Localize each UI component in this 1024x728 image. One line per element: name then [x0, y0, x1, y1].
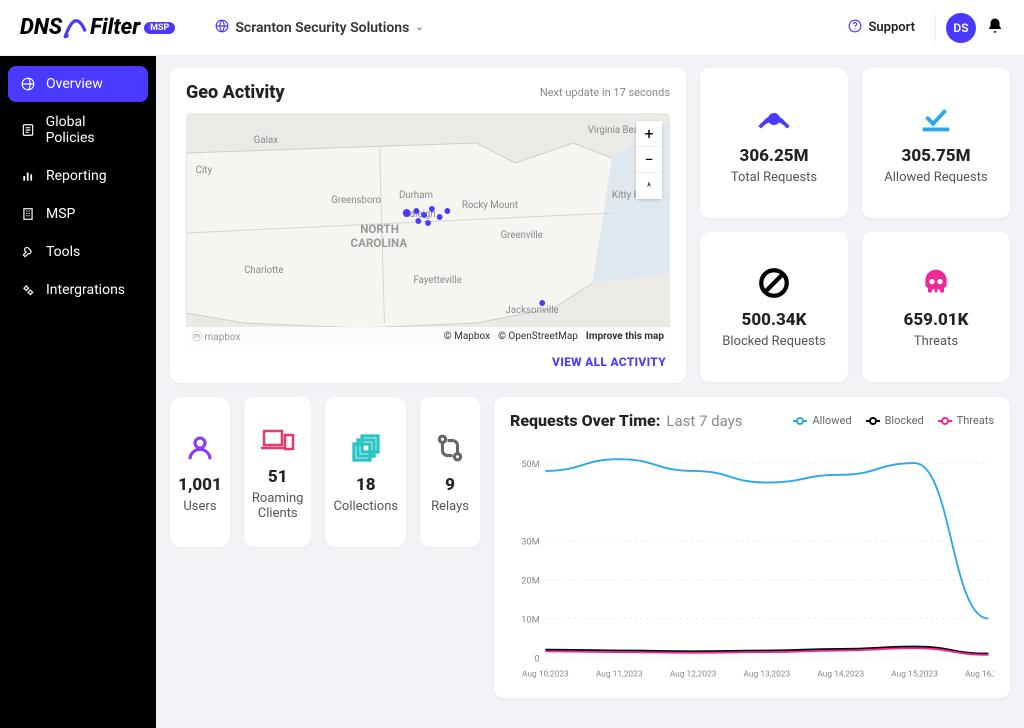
stack-icon — [350, 431, 382, 465]
chart-legend: Allowed Blocked Threats — [793, 414, 994, 427]
svg-text:Aug 11,2023: Aug 11,2023 — [596, 669, 643, 679]
stat-collections[interactable]: 18 Collections — [325, 397, 406, 547]
chart-subtitle: Last 7 days — [666, 412, 742, 430]
svg-text:Aug 13,2023: Aug 13,2023 — [744, 669, 791, 679]
sidebar-item-policies[interactable]: Global Policies — [8, 104, 148, 156]
devices-icon — [261, 423, 295, 457]
svg-text:Greensboro: Greensboro — [331, 195, 381, 206]
geo-next-update: Next update in 17 seconds — [540, 86, 670, 99]
stat-roaming-clients[interactable]: 51 Roaming Clients — [244, 397, 312, 547]
geo-activity-card: Geo Activity Next update in 17 seconds — [170, 68, 686, 383]
block-icon — [757, 266, 791, 300]
sidebar-item-overview[interactable]: Overview — [8, 66, 148, 102]
sidebar-item-msp[interactable]: MSP — [8, 196, 148, 232]
svg-text:Charlotte: Charlotte — [244, 265, 283, 276]
building-icon — [20, 207, 36, 221]
sidebar: Overview Global Policies Reporting MSP — [0, 56, 156, 728]
map-controls: + − — [636, 121, 662, 199]
gears-icon — [20, 283, 36, 297]
globe-icon — [215, 19, 229, 37]
requests-over-time-card: Requests Over Time: Last 7 days Allowed … — [494, 397, 1010, 698]
view-all-activity-link[interactable]: VIEW ALL ACTIVITY — [186, 345, 670, 375]
sidebar-item-tools[interactable]: Tools — [8, 234, 148, 270]
support-link[interactable]: Support — [838, 13, 925, 43]
wrench-icon — [20, 245, 36, 259]
svg-text:Rocky Mount: Rocky Mount — [462, 200, 518, 211]
svg-text:Greenville: Greenville — [501, 230, 543, 241]
legend-allowed[interactable]: Allowed — [793, 414, 851, 427]
swoosh-icon — [62, 15, 88, 41]
bell-icon[interactable] — [986, 17, 1004, 39]
top-bar: DNS Filter MSP Scranton Security Solutio… — [0, 0, 1024, 56]
svg-text:Aug 15,2023: Aug 15,2023 — [891, 669, 938, 679]
total-icon — [757, 102, 791, 136]
sidebar-item-reporting[interactable]: Reporting — [8, 158, 148, 194]
map-compass[interactable] — [636, 173, 662, 199]
route-icon — [435, 431, 465, 465]
svg-text:City: City — [196, 165, 213, 176]
svg-text:Aug 12,2023: Aug 12,2023 — [670, 669, 717, 679]
org-switcher[interactable]: Scranton Security Solutions ⌄ — [215, 19, 423, 37]
policy-icon — [20, 123, 36, 137]
map-zoom-in[interactable]: + — [636, 121, 662, 147]
svg-text:NORTH: NORTH — [360, 222, 399, 236]
svg-text:Fayetteville: Fayetteville — [413, 275, 461, 286]
chevron-down-icon: ⌄ — [415, 22, 423, 33]
geo-map[interactable]: Galax City Greensboro Durham Raleigh Roc… — [186, 113, 670, 345]
geo-title: Geo Activity — [186, 82, 285, 103]
svg-text:20M: 20M — [521, 575, 540, 586]
skull-icon — [920, 266, 952, 300]
legend-threats[interactable]: Threats — [938, 414, 994, 427]
stat-total-requests[interactable]: 306.25M Total Requests — [700, 68, 848, 218]
stat-users[interactable]: 1,001 Users — [170, 397, 230, 547]
sidebar-item-integrations[interactable]: Intergrations — [8, 272, 148, 308]
svg-text:Aug 16,2023: Aug 16,2023 — [965, 669, 994, 679]
user-icon — [185, 431, 215, 465]
bar-icon — [20, 169, 36, 183]
help-icon — [848, 19, 862, 37]
avatar[interactable]: DS — [946, 13, 976, 43]
stat-blocked-requests[interactable]: 500.34K Blocked Requests — [700, 232, 848, 382]
stat-allowed-requests[interactable]: 305.75M Allowed Requests — [862, 68, 1010, 218]
legend-blocked[interactable]: Blocked — [866, 414, 924, 427]
svg-text:30M: 30M — [521, 537, 540, 548]
chart-title: Requests Over Time: — [510, 411, 660, 430]
svg-text:10M: 10M — [521, 614, 540, 625]
svg-text:Galax: Galax — [254, 135, 278, 146]
map-attribution: ⓜ mapbox © Mapbox © OpenStreetMap Improv… — [186, 327, 670, 345]
check-icon — [917, 102, 955, 136]
mapbox-logo: ⓜ mapbox — [192, 328, 240, 343]
svg-text:Jacksonville: Jacksonville — [505, 305, 558, 316]
svg-text:Aug 10,2023: Aug 10,2023 — [522, 669, 569, 679]
brand-logo: DNS Filter MSP — [20, 15, 175, 41]
map-zoom-out[interactable]: − — [636, 147, 662, 173]
line-chart[interactable]: 50M 30M 20M 10M 0 Aug 10,2023 Aug 11,2023 Aug 1… — [510, 438, 994, 684]
svg-text:Durham: Durham — [399, 190, 433, 201]
org-name: Scranton Security Solutions — [235, 20, 409, 36]
globe-icon — [20, 77, 36, 91]
svg-text:CAROLINA: CAROLINA — [351, 236, 408, 250]
msp-badge: MSP — [144, 22, 175, 34]
svg-text:50M: 50M — [521, 459, 540, 470]
stat-relays[interactable]: 9 Relays — [420, 397, 480, 547]
svg-text:0: 0 — [535, 653, 540, 664]
svg-text:Aug 14,2023: Aug 14,2023 — [817, 669, 864, 679]
stat-threats[interactable]: 659.01K Threats — [862, 232, 1010, 382]
